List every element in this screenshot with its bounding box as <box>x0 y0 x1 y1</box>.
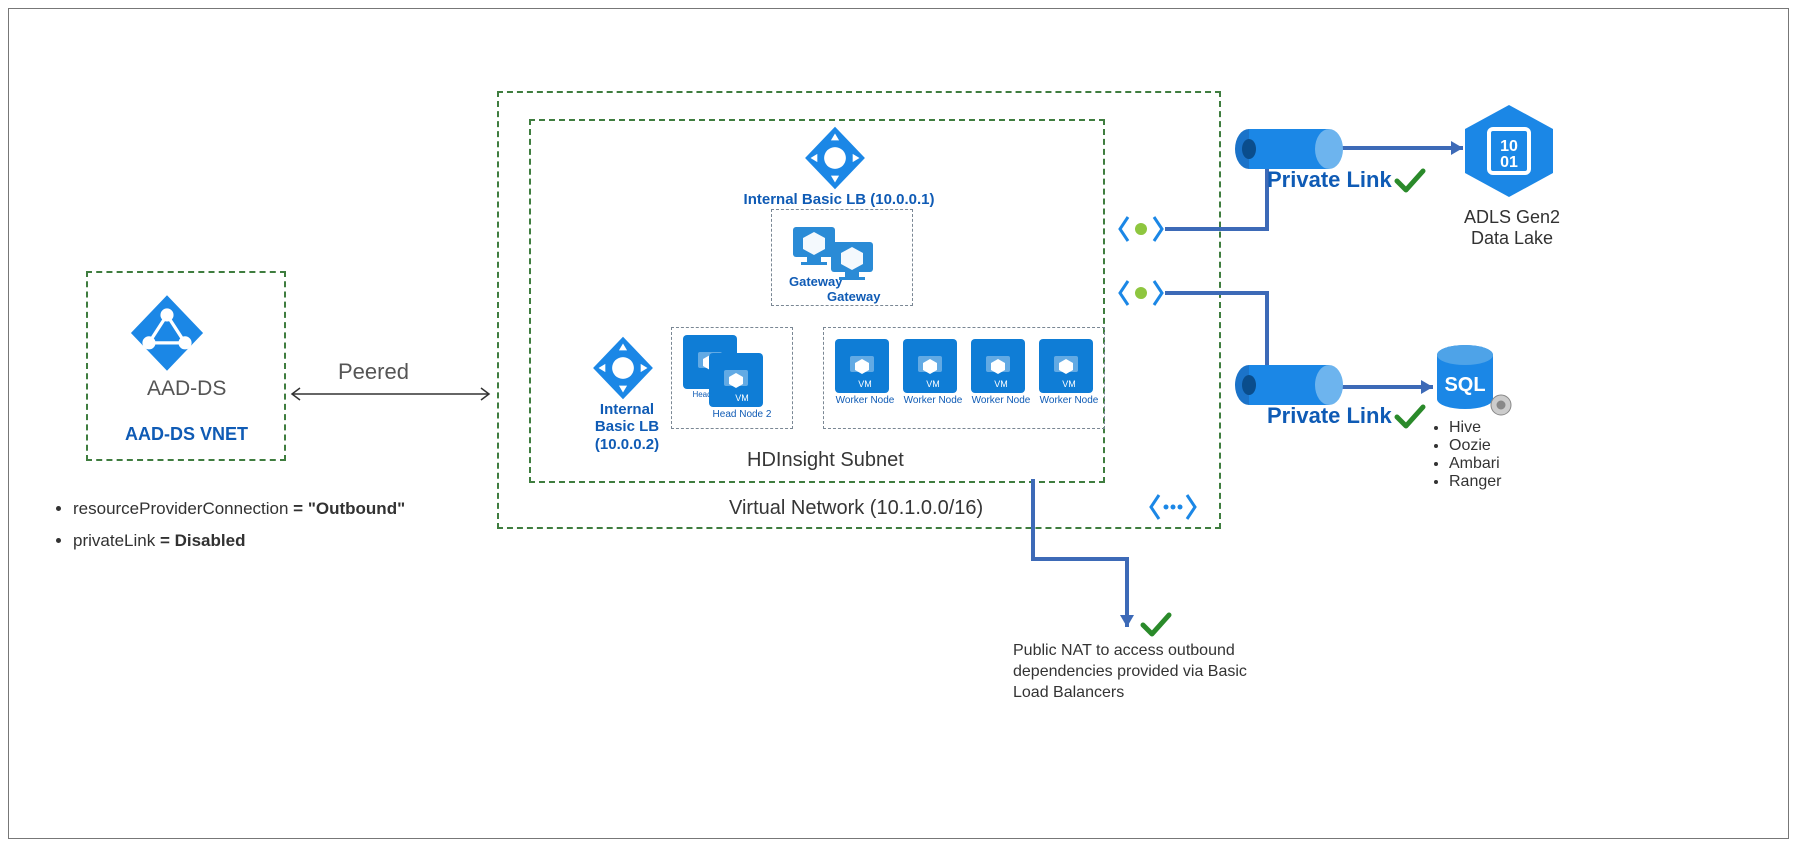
hdinsight-subnet-title: HDInsight Subnet <box>747 449 904 472</box>
aad-ds-title: AAD-DS <box>147 377 226 401</box>
nat-arrow <box>1027 479 1147 639</box>
adls-icon: 10 01 <box>1459 101 1559 201</box>
aad-ds-icon <box>126 292 208 374</box>
check-icon-2 <box>1393 401 1427 431</box>
note-rpc: resourceProviderConnection = "Outbound" <box>73 499 455 519</box>
worker-node-3: VM Worker Node <box>971 339 1031 406</box>
private-link-label-1: Private Link <box>1267 167 1392 193</box>
worker-node-2: VM Worker Node <box>903 339 963 406</box>
adls-label: ADLS Gen2 Data Lake <box>1457 207 1567 249</box>
sql-db-list: Hive Oozie Ambari Ranger <box>1431 419 1501 491</box>
check-icon-nat <box>1139 609 1173 639</box>
worker-node-4: VM Worker Node <box>1039 339 1099 406</box>
lb2-label: Internal Basic LB (10.0.0.2) <box>587 401 667 453</box>
sql-icon: SQL <box>1427 339 1517 429</box>
svg-text:01: 01 <box>1500 154 1518 171</box>
lb1-label: Internal Basic LB (10.0.0.1) <box>739 191 939 208</box>
aad-ds-vnet-label: AAD-DS VNET <box>125 424 248 445</box>
svg-text:10: 10 <box>1500 138 1518 155</box>
peered-label: Peered <box>338 359 409 385</box>
diagram-frame: AAD-DS AAD-DS VNET Peered resourceProvid… <box>8 8 1789 839</box>
vnet-icon <box>1147 489 1199 525</box>
peered-arrow <box>284 384 497 404</box>
config-notes: resourceProviderConnection = "Outbound" … <box>55 499 455 563</box>
svg-text:SQL: SQL <box>1444 374 1485 396</box>
gateway-vm-2: Gateway <box>827 234 880 304</box>
head-node-2: VM Head Node 2 <box>709 353 775 420</box>
worker-node-1: VM Worker Node <box>835 339 895 406</box>
nat-label: Public NAT to access outbound dependenci… <box>1013 641 1253 703</box>
note-privatelink: privateLink = Disabled <box>73 531 455 551</box>
diagram-stage: AAD-DS AAD-DS VNET Peered resourceProvid… <box>9 9 1788 838</box>
private-endpoint-icon-2 <box>1114 271 1168 315</box>
check-icon-1 <box>1393 165 1427 195</box>
virtual-network-title: Virtual Network (10.1.0.0/16) <box>729 497 983 520</box>
private-link-label-2: Private Link <box>1267 403 1392 429</box>
lb1-icon <box>801 124 869 192</box>
private-endpoint-icon-1 <box>1114 207 1168 251</box>
lb2-icon <box>589 334 657 402</box>
